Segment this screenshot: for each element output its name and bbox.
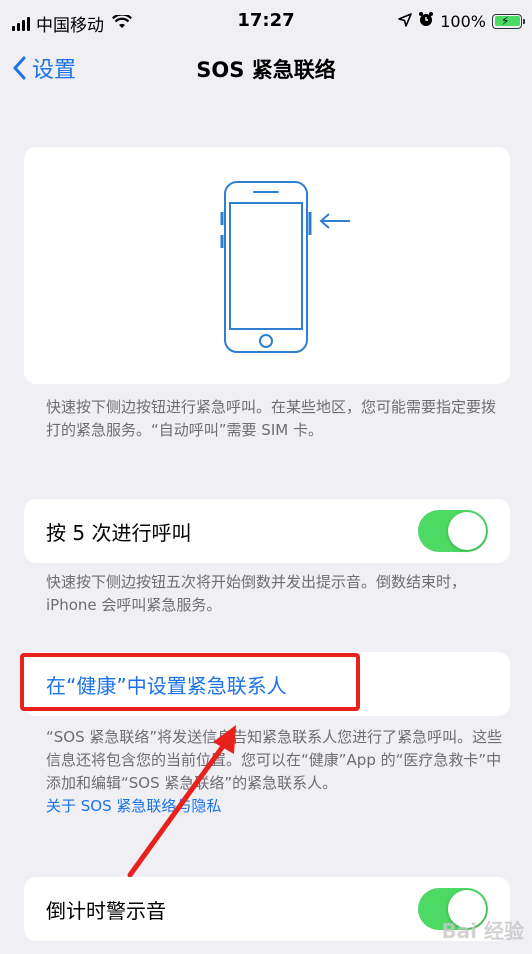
countdown-label: 倒计时警示音 xyxy=(46,898,166,923)
baidu-watermark: Bai 经验 xyxy=(441,919,524,943)
countdown-row: 倒计时警示音 xyxy=(24,877,510,941)
countdown-card: 倒计时警示音 xyxy=(24,877,510,941)
annotation-arrow xyxy=(127,725,236,878)
